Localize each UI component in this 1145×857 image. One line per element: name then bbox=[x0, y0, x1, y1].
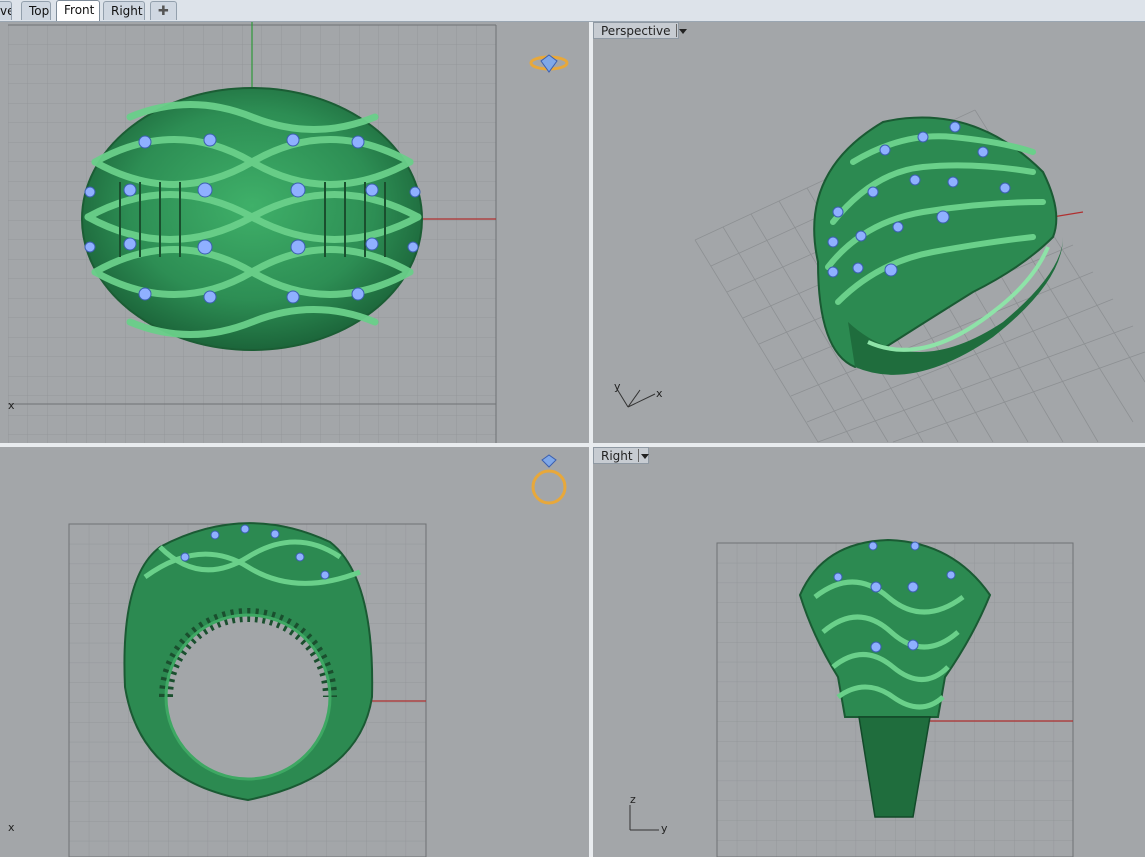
viewport-top[interactable]: x bbox=[0, 447, 589, 857]
viewport-front[interactable]: x bbox=[0, 22, 589, 443]
tab-label: Front bbox=[64, 3, 95, 17]
right-axis-icon bbox=[629, 805, 659, 831]
perspective-axis-icon bbox=[616, 388, 656, 408]
viewport-right[interactable]: Right z y bbox=[593, 447, 1145, 857]
viewport-tab-bar: ve Top Front Right ✚ bbox=[0, 0, 1145, 22]
ring-model-front[interactable] bbox=[81, 87, 423, 351]
tab-label: ve bbox=[0, 4, 11, 18]
tab-right[interactable]: Right bbox=[103, 1, 145, 20]
gumball-widget-icon[interactable] bbox=[529, 54, 569, 73]
tab-label: Top bbox=[29, 4, 50, 18]
tab-label: Right bbox=[111, 4, 143, 18]
viewport-label-right[interactable]: Right bbox=[593, 447, 649, 464]
vertical-viewport-splitter[interactable] bbox=[589, 22, 593, 857]
chevron-down-icon[interactable] bbox=[637, 449, 649, 462]
viewport-title: Right bbox=[601, 449, 633, 463]
axis-label-x: x bbox=[8, 821, 15, 834]
top-view-canvas bbox=[68, 454, 567, 857]
tab-top[interactable]: Top bbox=[21, 1, 51, 20]
gumball-widget-icon[interactable] bbox=[531, 454, 567, 505]
right-view-canvas bbox=[629, 538, 1074, 857]
axis-label-x: x bbox=[656, 387, 663, 400]
plus-icon: ✚ bbox=[158, 4, 169, 19]
perspective-view-canvas bbox=[616, 109, 1145, 443]
axis-label-y: y bbox=[661, 822, 668, 835]
viewport-perspective[interactable]: Perspective y x bbox=[593, 22, 1145, 443]
axis-label-x: x bbox=[8, 399, 15, 412]
viewport-title: Perspective bbox=[601, 24, 671, 38]
ring-model-top[interactable] bbox=[123, 522, 374, 802]
axis-label-z: z bbox=[630, 793, 636, 806]
horizontal-viewport-splitter[interactable] bbox=[0, 443, 1145, 447]
chevron-down-icon[interactable] bbox=[675, 24, 687, 37]
front-view-canvas bbox=[8, 22, 569, 443]
ring-model-perspective[interactable] bbox=[813, 116, 1063, 375]
add-tab-button[interactable]: ✚ bbox=[150, 1, 177, 20]
axis-label-y: y bbox=[614, 380, 621, 393]
tab-front[interactable]: Front bbox=[56, 0, 100, 21]
tab-perspective-partial[interactable]: ve bbox=[0, 1, 12, 20]
viewport-label-perspective[interactable]: Perspective bbox=[593, 22, 687, 39]
